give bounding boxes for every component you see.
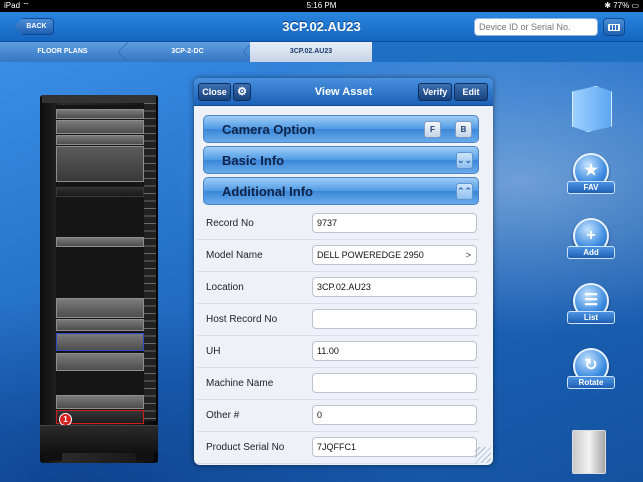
section-label: Basic Info [222,153,285,168]
section-additional-info[interactable]: Additional Info ⌃⌃ [203,177,479,205]
resize-grip-icon[interactable] [475,447,491,463]
rack-top [42,95,156,103]
keyboard-icon [608,24,620,31]
field-label: Other # [206,410,240,421]
view-asset-panel: Close ⚙ View Asset Verify Edit Camera Op… [194,78,493,465]
section-camera-option[interactable]: Camera Option F B [203,115,479,143]
product-serial-no-field[interactable]: 7JQFFC1 [312,437,477,457]
field-label: Location [206,282,244,293]
uh-field[interactable]: 11.00 [312,341,477,361]
field-model-name: Model Name DELL POWEREDGE 2950 > [197,240,479,272]
asset-box-icon[interactable] [572,86,612,132]
record-no-field[interactable]: 9737 [312,213,477,233]
fav-label: FAV [567,181,615,194]
rack-device[interactable] [56,146,144,182]
rotate-label: Rotate [567,376,615,389]
rack-foot [136,453,154,461]
bluetooth-icon: ✱ [604,1,611,10]
search-input[interactable] [474,18,598,36]
back-camera-icon[interactable]: B [455,121,472,138]
status-bar: iPad ⌔ 5:16 PM ✱ 77% ▭ [0,0,643,12]
breadcrumb-item-data-center[interactable]: 3CP-2-DC [125,42,250,62]
location-field[interactable]: 3CP.02.AU23 [312,277,477,297]
nav-bar: BACK 3CP.02.AU23 [0,12,643,42]
rack-device[interactable] [56,353,144,371]
field-location: Location 3CP.02.AU23 [197,272,479,304]
chevron-down-icon[interactable]: ⌄⌄ [456,152,473,169]
rack-base [40,425,158,453]
field-label: UH [206,346,221,357]
server-rack[interactable]: 1 [40,95,158,463]
status-battery: ✱ 77% ▭ [604,1,639,10]
breadcrumb: FLOOR PLANS 3CP-2-DC 3CP.02.AU23 [0,42,372,62]
rack-device-selected[interactable] [56,333,144,351]
field-uh: UH 11.00 [197,336,479,368]
rack-device[interactable] [56,187,144,197]
breadcrumb-item-floor-plans[interactable]: FLOOR PLANS [0,42,125,62]
field-label: Model Name [206,250,263,261]
rack-device[interactable] [56,298,144,318]
model-name-field[interactable]: DELL POWEREDGE 2950 > [312,245,477,265]
rack-device[interactable] [56,120,144,134]
rack-device[interactable] [56,237,144,247]
chevron-right-icon: > [465,250,471,260]
front-camera-icon[interactable]: F [424,121,441,138]
field-label: Machine Name [206,378,274,389]
field-machine-name: Machine Name [197,368,479,400]
other-field[interactable]: 0 [312,405,477,425]
section-basic-info[interactable]: Basic Info ⌄⌄ [203,146,479,174]
edit-button[interactable]: Edit [454,83,488,101]
field-other: Other # 0 [197,400,479,432]
machine-name-field[interactable] [312,373,477,393]
rack-foot [44,453,62,461]
section-label: Camera Option [222,122,316,137]
field-host-record-no: Host Record No [197,304,479,336]
section-label: Additional Info [222,184,313,199]
rack-device[interactable] [56,109,144,119]
add-label: Add [567,246,615,259]
status-time: 5:16 PM [306,1,337,10]
breadcrumb-item-rack[interactable]: 3CP.02.AU23 [250,42,372,62]
rack-device[interactable] [56,395,144,409]
battery-icon: ▭ [631,1,639,10]
field-product-serial-no: Product Serial No 7JQFFC1 [197,432,479,464]
field-label: Host Record No [206,314,278,325]
trash-icon[interactable] [572,430,606,474]
chevron-up-icon[interactable]: ⌃⌃ [456,183,473,200]
panel-header: Close ⚙ View Asset Verify Edit [194,78,493,106]
host-record-no-field[interactable] [312,309,477,329]
field-label: Product Serial No [206,442,285,453]
field-record-no: Record No 9737 [197,208,479,240]
field-label: Record No [206,218,254,229]
list-label: List [567,311,615,324]
verify-button[interactable]: Verify [418,83,452,101]
keyboard-button[interactable] [603,18,625,36]
rack-device[interactable] [56,135,144,145]
rack-unit-ruler [144,103,156,421]
rack-device[interactable] [56,319,144,331]
model-name-value: DELL POWEREDGE 2950 [317,250,424,260]
